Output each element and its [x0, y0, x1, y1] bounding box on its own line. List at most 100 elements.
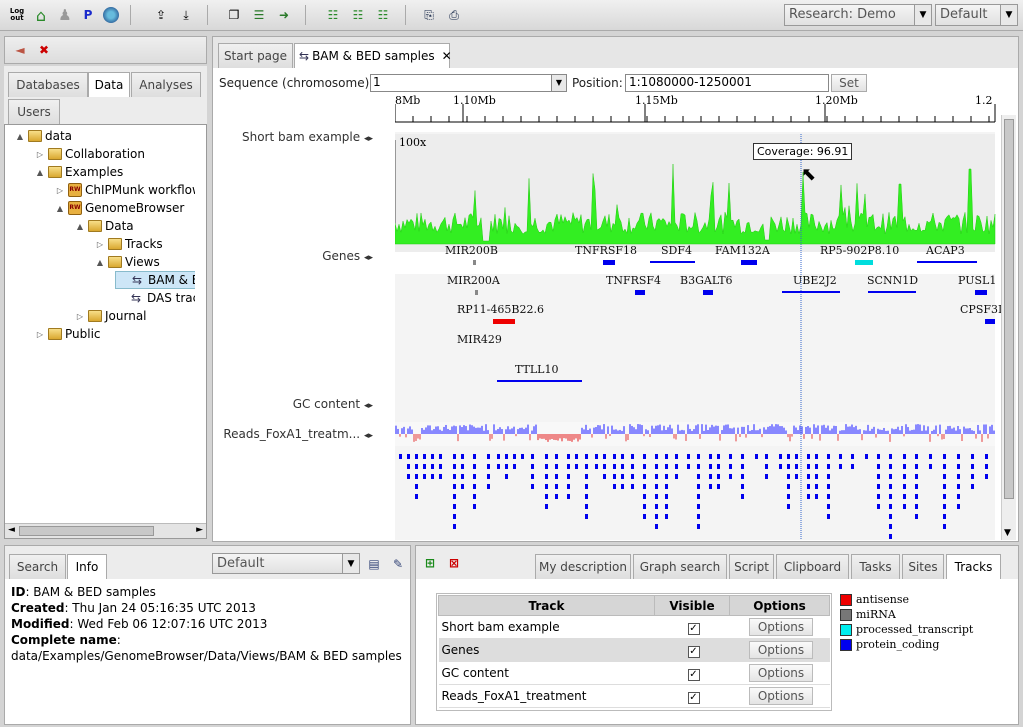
expand-toggle-icon[interactable]: ▷: [35, 150, 45, 159]
tab-info[interactable]: Info: [67, 554, 107, 579]
tree-item[interactable]: ▲ Views: [95, 253, 160, 271]
gene-feature[interactable]: [603, 260, 615, 265]
gene-label[interactable]: SCNN1D: [867, 274, 918, 287]
list-button-1[interactable]: ☷: [322, 4, 344, 26]
gene-feature[interactable]: [493, 319, 515, 324]
tree-item[interactable]: ▲ RW GenomeBrowser: [55, 199, 184, 217]
tab-data[interactable]: Data: [88, 72, 130, 97]
remove-track-button[interactable]: ⊠: [443, 552, 465, 574]
options-button[interactable]: Options: [748, 618, 814, 636]
copy-button[interactable]: ❐: [223, 4, 245, 26]
visible-checkbox[interactable]: ✓: [687, 668, 700, 681]
set-button[interactable]: Set: [831, 74, 867, 92]
gene-feature[interactable]: [741, 260, 757, 265]
delete-button[interactable]: ✖: [33, 39, 55, 61]
tree-item[interactable]: ▷ Tracks: [95, 235, 163, 253]
gene-label[interactable]: TTLL10: [515, 363, 558, 376]
tab-users[interactable]: Users: [8, 99, 60, 124]
tab-tasks[interactable]: Tasks: [851, 554, 900, 579]
gene-feature[interactable]: [650, 261, 695, 263]
user-button[interactable]: ♟: [54, 4, 76, 26]
gene-feature[interactable]: [703, 290, 713, 295]
expand-toggle-icon[interactable]: ▲: [55, 204, 65, 213]
gene-feature[interactable]: [985, 319, 995, 324]
tree-item[interactable]: ▷ Public: [35, 325, 101, 343]
gene-label[interactable]: PUSL1: [958, 274, 996, 287]
document-button[interactable]: ▤: [363, 553, 385, 575]
scroll-thumb[interactable]: [19, 526, 154, 536]
gene-label[interactable]: MIR200B: [445, 244, 498, 257]
tree-item[interactable]: ⇆ BAM & BED samples: [115, 271, 195, 289]
tab-script[interactable]: Script: [729, 554, 774, 579]
visible-checkbox[interactable]: ✓: [687, 691, 700, 704]
options-button[interactable]: Options: [748, 641, 814, 659]
scroll-down-icon[interactable]: ▼: [1004, 528, 1011, 538]
close-icon[interactable]: ✕: [442, 49, 452, 63]
tree-item[interactable]: ▲ Data: [75, 217, 134, 235]
tab-analyses[interactable]: Analyses: [131, 72, 201, 97]
tab-clipboard[interactable]: Clipboard: [776, 554, 849, 579]
list-button-3[interactable]: ☷: [372, 4, 394, 26]
visible-checkbox[interactable]: ✓: [687, 622, 700, 635]
tab-bam-bed[interactable]: ⇆ BAM & BED samples ✕: [294, 43, 452, 68]
export-button[interactable]: ➜: [273, 4, 295, 26]
gene-feature[interactable]: [917, 261, 977, 263]
gene-label[interactable]: MIR429: [457, 333, 502, 346]
import-button[interactable]: ⎘: [418, 4, 440, 26]
edit-doc-button[interactable]: ☰: [248, 4, 270, 26]
add-track-button[interactable]: ⊞: [419, 552, 441, 574]
expand-toggle-icon[interactable]: ▲: [15, 132, 25, 141]
tree-item[interactable]: ▲ Examples: [35, 163, 123, 181]
home-button[interactable]: ⌂: [30, 4, 52, 26]
expand-toggle-icon[interactable]: ▷: [75, 312, 85, 321]
gene-label[interactable]: RP11-465B22.6: [457, 303, 544, 316]
logout-button[interactable]: Log out: [6, 4, 28, 26]
gene-feature[interactable]: [475, 290, 478, 295]
browser-vertical-scrollbar[interactable]: ▼: [1001, 115, 1016, 540]
tree-horizontal-scrollbar[interactable]: ◄ ►: [5, 523, 206, 538]
perspective-button[interactable]: P: [77, 4, 99, 26]
gene-feature[interactable]: [782, 291, 840, 293]
edit-button[interactable]: ✎: [387, 553, 409, 575]
help-button[interactable]: [100, 4, 122, 26]
tab-sites[interactable]: Sites: [902, 554, 944, 579]
tree-item[interactable]: ▷ Collaboration: [35, 145, 145, 163]
expand-toggle-icon[interactable]: ▷: [35, 330, 45, 339]
upload-button[interactable]: ⇪: [150, 4, 172, 26]
tree-item[interactable]: ▷ Journal: [75, 307, 147, 325]
tab-my-description[interactable]: My description: [535, 554, 631, 579]
gene-feature[interactable]: [635, 290, 645, 295]
tree-item[interactable]: ▲ data: [15, 127, 72, 145]
scroll-thumb[interactable]: [1004, 119, 1014, 499]
tab-databases[interactable]: Databases: [8, 72, 88, 97]
gene-feature[interactable]: [975, 290, 987, 295]
expand-toggle-icon[interactable]: ▲: [95, 258, 105, 267]
list-button-2[interactable]: ☷: [347, 4, 369, 26]
gene-feature[interactable]: [855, 260, 873, 265]
gene-label[interactable]: TNFRSF18: [575, 244, 637, 257]
gene-label[interactable]: TNFRSF4: [606, 274, 661, 287]
scroll-left-icon[interactable]: ◄: [8, 525, 15, 535]
gene-feature[interactable]: [497, 380, 582, 382]
gene-label[interactable]: FAM132A: [715, 244, 770, 257]
options-button[interactable]: Options: [748, 664, 814, 682]
expand-toggle-icon[interactable]: ▲: [35, 168, 45, 177]
gene-label[interactable]: UBE2J2: [793, 274, 837, 287]
sequence-select[interactable]: 1 ▼: [370, 74, 567, 92]
gene-label[interactable]: SDF4: [661, 244, 692, 257]
tab-search[interactable]: Search: [9, 554, 66, 579]
gene-label[interactable]: RP5-902P8.10: [820, 244, 899, 257]
tab-tracks[interactable]: Tracks: [946, 554, 1001, 579]
gene-feature[interactable]: [868, 291, 916, 293]
next-button[interactable]: ⎙: [443, 4, 465, 26]
open-folder-button[interactable]: ◄: [9, 39, 31, 61]
perspective-select[interactable]: Default ▼: [935, 4, 1018, 26]
tab-start-page[interactable]: Start page: [218, 43, 293, 68]
gene-feature[interactable]: [473, 260, 476, 265]
position-input[interactable]: 1:1080000-1250001: [625, 74, 829, 92]
expand-toggle-icon[interactable]: ▲: [75, 222, 85, 231]
gene-label[interactable]: ACAP3: [926, 244, 965, 257]
download-button[interactable]: ⤓: [175, 4, 197, 26]
visible-checkbox[interactable]: ✓: [687, 645, 700, 658]
tree-item[interactable]: ▷RWChIPMunk workflows: [55, 181, 195, 199]
